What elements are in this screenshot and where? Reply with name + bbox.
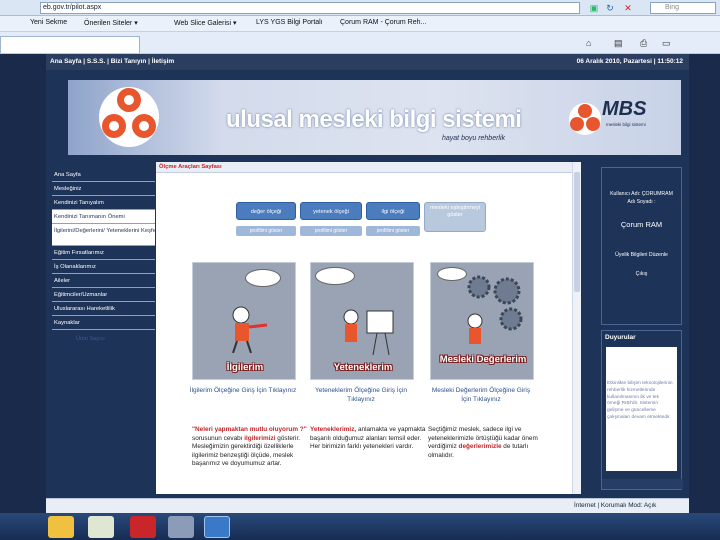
nav-egitimciler[interactable]: Eğitimciler/Uzmanlar	[52, 288, 155, 302]
character-icon	[232, 306, 268, 353]
desc2-highlight: Yeteneklerimiz,	[310, 426, 357, 433]
profil-button-1[interactable]: profilimi göster	[236, 226, 296, 236]
profil-button-2[interactable]: profilimi göster	[300, 226, 362, 236]
mbs-logo-text: MBS	[602, 98, 647, 120]
feeds-icon[interactable]: ▤	[614, 38, 623, 49]
header-date: 06 Aralık 2010, Pazartesi | 11:50:12	[576, 58, 683, 65]
fav-onerilen[interactable]: Önerilen Siteler ▾	[84, 19, 138, 27]
nav-egitim[interactable]: Eğitim Fırsatlarımız	[52, 246, 155, 260]
gears-icon	[467, 275, 523, 344]
header-links[interactable]: Ana Sayfa | S.S.S. | Bizi Tanıyın | İlet…	[50, 58, 174, 65]
yetenek-olcegi-button[interactable]: yetenek ölçeği	[300, 202, 362, 220]
stop-icon[interactable]: ✕	[622, 2, 634, 14]
announcements-title: Duyurular	[605, 334, 636, 341]
folder-icon[interactable]	[48, 516, 74, 538]
scroll-thumb[interactable]	[574, 172, 580, 292]
search-input[interactable]: Bing	[650, 2, 716, 14]
sidebar-nav: Ana Sayfa Mesleğiniz Kendinizi Tanıyalım…	[52, 168, 157, 342]
pdf-icon[interactable]	[130, 516, 156, 538]
user-name: Çorum RAM	[620, 220, 663, 229]
fav-web-slice[interactable]: Web Slice Galerisi ▾	[174, 19, 237, 27]
site-logo	[99, 87, 159, 147]
browser-tab[interactable]	[0, 36, 140, 53]
nav-kesfet[interactable]: İlgilerini/Değerlerini/ Yeteneklerini Ke…	[52, 224, 157, 246]
desc1-quote: "Neleri yapmaktan mutlu oluyorum ?"	[192, 426, 307, 433]
mbs-logo-sub: mesleki bilgi sistemi	[606, 122, 646, 127]
user-panel: Kullanıcı Adı: ÇORUMRAM Adı Soyadı : Çor…	[601, 167, 682, 325]
site-header: Ana Sayfa | S.S.S. | Bizi Tanıyın | İlet…	[46, 54, 689, 70]
degerlerim-card[interactable]: Mesleki Değerlerim	[430, 262, 534, 380]
taskbar	[0, 513, 720, 540]
ie-icon[interactable]	[204, 516, 230, 538]
app-icon[interactable]	[168, 516, 194, 538]
yeteneklerim-link[interactable]: Yeteneklerim Ölçeğine Giriş İçin Tıklayı…	[306, 386, 416, 404]
fav-corum[interactable]: Çorum RAM - Çorum Reh...	[340, 19, 426, 26]
page-title: Ölçme Araçları Sayfası	[156, 162, 581, 173]
degerlerim-label: Mesleki Değerlerim	[439, 354, 527, 365]
scrollbar[interactable]	[572, 162, 581, 494]
ilgilerim-label: İlgilerim	[226, 362, 264, 373]
user-name-label: Adı Soyadı :	[627, 199, 656, 205]
banner: ulusal mesleki bilgi sistemi hayat boyu …	[68, 80, 681, 155]
nav-mesleginiz[interactable]: Mesleğiniz	[52, 182, 155, 196]
compat-icon[interactable]: ▣	[588, 2, 600, 14]
banner-title: ulusal mesleki bilgi sistemi	[226, 106, 522, 133]
yeteneklerim-description: Yeteneklerimiz, anlamakta ve yapmakta ba…	[310, 426, 426, 452]
logout-link[interactable]: Çıkış	[602, 271, 681, 277]
visitor-counter: Ürün Sayısı	[76, 336, 105, 342]
yeteneklerim-label: Yeteneklerim	[333, 362, 393, 373]
easel-icon	[343, 309, 394, 356]
ilgilerim-card[interactable]: İlgilerim	[192, 262, 296, 380]
fav-yeni-sekme[interactable]: Yeni Sekme	[30, 19, 67, 26]
user-label: Kullanıcı Adı: ÇORUMRAM	[610, 191, 673, 197]
page-icon[interactable]: ▭	[662, 38, 671, 49]
desc1-highlight: ilgilerimizi	[244, 434, 276, 442]
explorer-icon[interactable]	[88, 516, 114, 538]
thought-cloud	[245, 269, 281, 287]
fav-lys[interactable]: LYS YGS Bilgi Portalı	[256, 19, 323, 26]
address-bar: eb.gov.tr/pilot.aspx ▣ ↻ ✕ Bing	[0, 0, 720, 16]
thought-cloud	[315, 267, 355, 285]
command-bar: ⌂ ▤ ⎙ ▭	[0, 32, 720, 54]
yeteneklerim-card[interactable]: Yeteneklerim	[310, 262, 414, 380]
desc3-highlight: değerlerimizle	[458, 443, 502, 451]
nav-aileler[interactable]: Aileler	[52, 274, 155, 288]
announcements-footer	[602, 479, 683, 489]
ilgi-olcegi-button[interactable]: ilgi ölçeği	[366, 202, 420, 220]
deger-olcegi-button[interactable]: değer ölçeği	[236, 202, 296, 220]
eslestirme-button[interactable]: mesleki eşleştirmeyi göster	[424, 202, 486, 232]
edit-profile-link[interactable]: Üyelik Bilgileri Düzenle	[602, 251, 681, 259]
mbs-logo: MBS mesleki bilgi sistemi	[568, 98, 678, 142]
degerlerim-link[interactable]: Mesleki Değerlerim Ölçeğine Giriş İçin T…	[426, 386, 536, 404]
nav-kendinizi-taniyalim[interactable]: Kendinizi Tanıyalım	[52, 196, 155, 210]
refresh-icon[interactable]: ↻	[604, 2, 616, 14]
nav-ana-sayfa[interactable]: Ana Sayfa	[52, 168, 155, 182]
nav-kaynaklar[interactable]: Kaynaklar	[52, 316, 155, 330]
site-body: ulusal mesleki bilgi sistemi hayat boyu …	[46, 70, 689, 498]
nav-is-olanaklari[interactable]: İş Olanaklarımız	[52, 260, 155, 274]
banner-subtitle: hayat boyu rehberlik	[442, 135, 506, 142]
announcements-panel: Duyurular Etkinlikte bilişim teknolojile…	[601, 330, 683, 490]
url-input[interactable]: eb.gov.tr/pilot.aspx	[40, 2, 580, 14]
announcements-text: Etkinlikte bilişim teknolojilerinin rehb…	[607, 381, 673, 420]
status-bar: İnternet | Korumalı Mod: Açık	[46, 498, 689, 513]
print-icon[interactable]: ⎙	[640, 38, 647, 49]
profil-button-3[interactable]: profilimi göster	[366, 226, 420, 236]
desc1-text: sorusunun cevabı	[192, 434, 245, 442]
home-icon[interactable]: ⌂	[586, 38, 591, 48]
nav-tanimanin-onemi[interactable]: Kendinizi Tanımanın Önemi	[52, 210, 155, 224]
ilgilerim-link[interactable]: İlgilerim Ölçeğine Giriş İçin Tıklayınız	[188, 386, 298, 395]
security-zone: İnternet | Korumalı Mod: Açık	[574, 502, 657, 509]
degerlerim-description: Seçtiğimiz meslek, sadece ilgi ve yetene…	[428, 426, 544, 460]
main-content: Ölçme Araçları Sayfası değer ölçeği yete…	[156, 162, 581, 494]
nav-uluslararasi[interactable]: Uluslararası Hareketlilik	[52, 302, 155, 316]
favorites-bar: Yeni Sekme Önerilen Siteler ▾ Web Slice …	[0, 16, 720, 32]
ilgilerim-description: "Neleri yapmaktan mutlu oluyorum ?" soru…	[192, 426, 308, 469]
